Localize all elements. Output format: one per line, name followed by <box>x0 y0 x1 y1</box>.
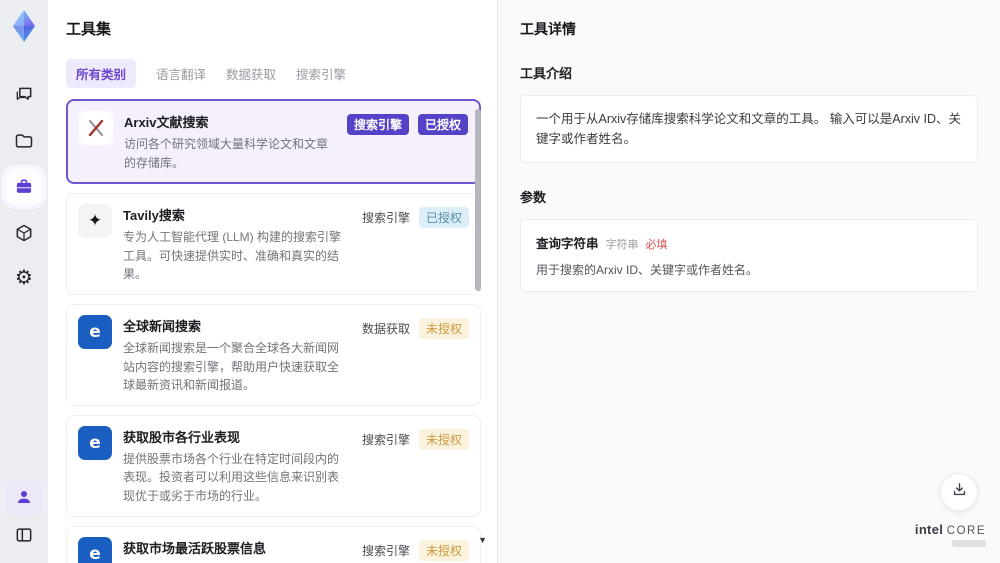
app-window: ⚙ 工具集 所有类别 语言翻译 数据获取 搜索引擎 Arxiv文献搜索 访问各个… <box>0 0 1000 563</box>
tool-name: 获取股市各行业表现 <box>123 429 241 445</box>
param-type: 字符串 <box>605 239 639 251</box>
tool-description: 全球新闻搜索是一个聚合全球各大新闻网站内容的搜索引擎，帮助用户快速获取全球最新资… <box>123 340 340 393</box>
detail-title: 工具详情 <box>520 21 576 37</box>
toolbox-icon <box>14 177 34 197</box>
app-logo-icon <box>9 8 39 44</box>
star-icon: ✦ <box>78 204 112 239</box>
intro-text: 一个用于从Arxiv存储库搜索科学论文和文章的工具。 输入可以是Arxiv ID… <box>536 112 962 146</box>
sidebar-item-profile[interactable] <box>6 479 42 515</box>
param-required-flag: 必填 <box>645 239 668 251</box>
brand-intel-text: intel <box>914 522 944 537</box>
tool-name: Tavily搜索 <box>123 208 185 224</box>
auth-status-badge: 已授权 <box>418 207 469 229</box>
intro-heading: 工具介绍 <box>520 66 573 81</box>
tool-card-active-stocks[interactable]: e 获取市场最活跃股票信息 提供当天交易量最高的股票列表，投资者可以利用这些信息… <box>66 525 481 563</box>
intro-box: 一个用于从Arxiv存储库搜索科学论文和文章的工具。 输入可以是Arxiv ID… <box>520 95 978 163</box>
panel-layout-icon <box>14 525 34 545</box>
brand-badge-bar <box>952 540 986 547</box>
list-scrollbar-thumb[interactable] <box>475 109 481 291</box>
tab-search-engine[interactable]: 搜索引擎 <box>296 59 346 88</box>
category-label: 搜索引擎 <box>361 432 410 447</box>
tool-name: 全球新闻搜索 <box>123 318 202 334</box>
sidebar-item-collapse[interactable] <box>6 517 42 553</box>
param-box: 查询字符串 字符串 必填 用于搜索的Arxiv ID、关键字或作者姓名。 <box>520 219 978 292</box>
tool-card-global-news[interactable]: e 全球新闻搜索 全球新闻搜索是一个聚合全球各大新闻网站内容的搜索引擎，帮助用户… <box>66 303 481 406</box>
news-search-icon: e <box>78 425 112 460</box>
tool-card-tavily[interactable]: ✦ Tavily搜索 专为人工智能代理 (LLM) 构建的搜索引擎工具。可快速提… <box>66 193 481 295</box>
param-description: 用于搜索的Arxiv ID、关键字或作者姓名。 <box>536 263 759 277</box>
chat-icon <box>14 85 34 105</box>
sidebar-item-files[interactable] <box>6 123 42 159</box>
download-button[interactable] <box>940 473 978 511</box>
tool-card-stock-sector[interactable]: e 获取股市各行业表现 提供股票市场各个行业在特定时间段内的表现。投资者可以利用… <box>66 414 481 517</box>
tool-name: Arxiv文献搜索 <box>124 115 209 130</box>
tool-list-panel: 工具集 所有类别 语言翻译 数据获取 搜索引擎 Arxiv文献搜索 访问各个研究… <box>48 0 497 563</box>
cube-icon <box>14 223 34 243</box>
sidebar-item-tools-active[interactable] <box>6 169 42 205</box>
gear-icon: ⚙ <box>15 267 33 289</box>
auth-status-badge: 未授权 <box>418 539 469 561</box>
scroll-down-arrow-icon[interactable]: ▼ <box>478 535 487 545</box>
auth-status-badge: 未授权 <box>418 428 469 450</box>
tool-detail-panel: 工具详情 工具介绍 一个用于从Arxiv存储库搜索科学论文和文章的工具。 输入可… <box>497 0 1000 563</box>
category-tabs: 所有类别 语言翻译 数据获取 搜索引擎 <box>66 59 481 88</box>
sidebar-item-settings[interactable]: ⚙ <box>6 260 42 296</box>
tab-all-categories[interactable]: 所有类别 <box>66 59 137 88</box>
auth-status-badge: 已授权 <box>417 114 468 135</box>
user-icon <box>15 488 33 506</box>
category-badge: 搜索引擎 <box>346 114 409 135</box>
category-label: 搜索引擎 <box>361 211 410 226</box>
sidebar: ⚙ <box>0 0 48 563</box>
category-label: 搜索引擎 <box>361 543 410 558</box>
tool-description: 专为人工智能代理 (LLM) 构建的搜索引擎工具。可快速提供实时、准确和真实的结… <box>123 230 342 282</box>
auth-status-badge: 未授权 <box>418 317 469 339</box>
tool-list: Arxiv文献搜索 访问各个研究领域大量科学论文和文章的存储库。 搜索引擎 已授… <box>66 99 481 563</box>
sidebar-item-chat[interactable] <box>6 77 42 113</box>
tab-language-translation[interactable]: 语言翻译 <box>156 59 206 88</box>
intel-core-logo: intel core <box>915 522 986 547</box>
news-search-icon: e <box>78 536 112 563</box>
folder-icon <box>14 131 34 151</box>
param-name: 查询字符串 <box>536 237 599 251</box>
tool-card-arxiv[interactable]: Arxiv文献搜索 访问各个研究领域大量科学论文和文章的存储库。 搜索引擎 已授… <box>66 99 481 185</box>
download-icon <box>951 481 968 503</box>
news-search-icon: e <box>78 314 112 349</box>
arxiv-logo-icon <box>79 111 113 145</box>
page-title: 工具集 <box>66 21 112 38</box>
tool-name: 获取市场最活跃股票信息 <box>123 540 267 556</box>
tab-data-fetch[interactable]: 数据获取 <box>226 59 276 88</box>
tool-description: 提供股票市场各个行业在特定时间段内的表现。投资者可以利用这些信息来识别表现优于或… <box>123 451 340 503</box>
category-label: 数据获取 <box>361 321 410 336</box>
sidebar-item-packages[interactable] <box>6 215 42 251</box>
tool-description: 访问各个研究领域大量科学论文和文章的存储库。 <box>124 137 329 170</box>
params-heading: 参数 <box>520 190 547 205</box>
brand-core-text: core <box>946 525 986 537</box>
